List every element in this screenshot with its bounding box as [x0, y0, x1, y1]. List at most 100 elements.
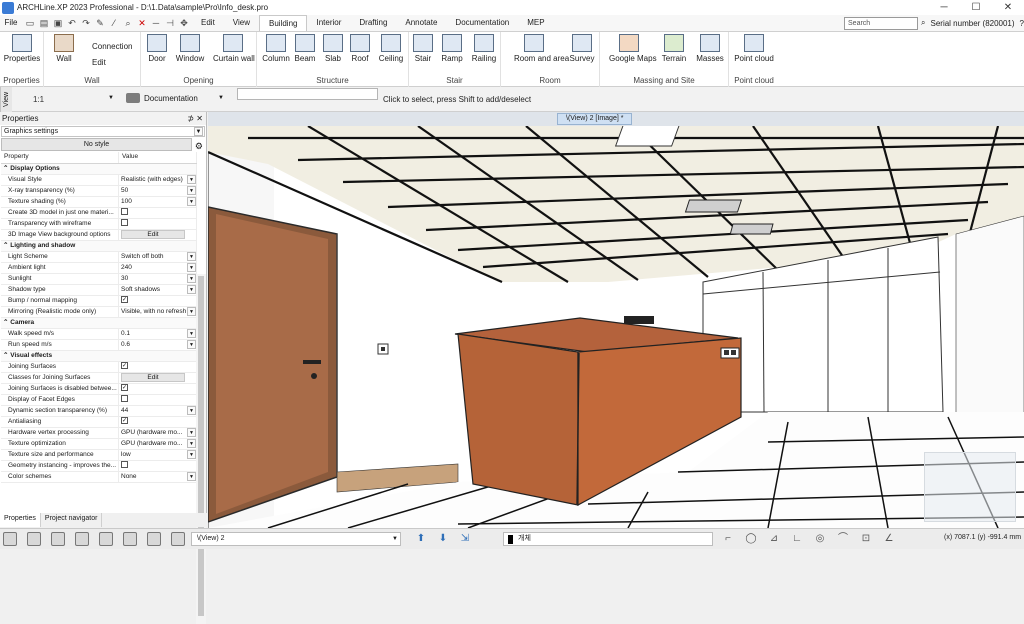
open-icon[interactable]: ▤: [39, 18, 49, 28]
tab-documentation[interactable]: Documentation: [446, 15, 518, 31]
tab-annotate[interactable]: Annotate: [396, 15, 446, 31]
point-cloud-button[interactable]: Point cloud: [734, 34, 774, 66]
property-checkbox[interactable]: ✓: [121, 362, 128, 370]
tab-building[interactable]: Building: [259, 15, 308, 31]
arrow-down-icon[interactable]: ⬇: [435, 532, 451, 546]
dimension-icon[interactable]: ⊣: [165, 18, 175, 28]
scale-select[interactable]: 1:1: [33, 95, 44, 104]
color-icon[interactable]: [171, 532, 185, 546]
wall-edit-button[interactable]: Edit: [92, 58, 106, 67]
tool-4-icon[interactable]: ∟: [789, 532, 805, 546]
chevron-down-icon[interactable]: ▼: [187, 196, 196, 206]
property-section-header[interactable]: ⌃ Camera: [1, 317, 197, 329]
search-icon[interactable]: ⌕: [921, 18, 925, 28]
railing-button[interactable]: Railing: [464, 34, 504, 66]
layer-icon[interactable]: [123, 532, 137, 546]
zoom-icon[interactable]: ⌕: [123, 18, 133, 28]
cross-red-icon[interactable]: ✕: [137, 18, 147, 28]
settings-icon[interactable]: [3, 532, 17, 546]
property-checkbox[interactable]: [121, 219, 128, 227]
minimize-button[interactable]: ─: [928, 0, 960, 15]
pipette-icon[interactable]: ⁄: [109, 18, 119, 28]
walk-icon[interactable]: ⇲: [457, 532, 473, 546]
tool-5-icon[interactable]: ◎: [812, 532, 828, 546]
property-section-header[interactable]: ⌃ Display Options: [1, 163, 197, 175]
close-button[interactable]: ✕: [992, 0, 1024, 15]
property-value[interactable]: GPU (hardware mo...: [121, 429, 182, 436]
tab-interior[interactable]: Interior: [307, 15, 350, 31]
properties-button[interactable]: Properties: [2, 34, 42, 66]
new-icon[interactable]: ▭: [25, 18, 35, 28]
tab-edit[interactable]: Edit: [192, 15, 224, 31]
masses-button[interactable]: Masses: [690, 34, 730, 66]
doc-dropdown-icon[interactable]: ▼: [218, 95, 224, 101]
property-value[interactable]: 30: [121, 275, 128, 282]
tab-view-image[interactable]: \(View) 2 [Image] *: [557, 113, 633, 125]
chevron-down-icon[interactable]: ▼: [187, 471, 196, 481]
chevron-down-icon[interactable]: ▼: [187, 449, 196, 459]
pin-icon[interactable]: ⊅ ✕: [187, 112, 203, 125]
line-icon[interactable]: ─: [151, 18, 161, 28]
view-select[interactable]: \(View) 2 ▼: [191, 532, 401, 546]
property-edit-button[interactable]: Edit: [121, 373, 185, 382]
tool-1-icon[interactable]: ⌐: [720, 532, 736, 546]
properties-selector[interactable]: Graphics settings ▼: [1, 126, 205, 137]
tool-2-icon[interactable]: ◯: [743, 532, 759, 546]
chevron-down-icon[interactable]: ▼: [187, 262, 196, 272]
paint-icon[interactable]: ✎: [95, 18, 105, 28]
curtain-wall-button[interactable]: Curtain wall: [213, 34, 255, 66]
tab-drafting[interactable]: Drafting: [350, 15, 396, 31]
select-icon[interactable]: [51, 532, 65, 546]
layer-filter-combo[interactable]: [237, 88, 378, 100]
chevron-down-icon[interactable]: ▼: [187, 284, 196, 294]
property-value[interactable]: 100: [121, 198, 132, 205]
help-icon[interactable]: ?: [1020, 19, 1024, 28]
property-value[interactable]: None: [121, 473, 137, 480]
property-value[interactable]: GPU (hardware mo...: [121, 440, 182, 447]
room-and-area-button[interactable]: Room and area: [514, 34, 569, 66]
tool-6-icon[interactable]: ⌒: [835, 532, 851, 546]
chevron-down-icon[interactable]: ▼: [187, 251, 196, 261]
property-value[interactable]: 0.1: [121, 330, 130, 337]
tab-view[interactable]: View: [224, 15, 259, 31]
window-button[interactable]: Window: [170, 34, 210, 66]
property-value[interactable]: Switch off both: [121, 253, 164, 260]
tool-8-icon[interactable]: ∠: [881, 532, 897, 546]
tab-mep[interactable]: MEP: [518, 15, 553, 31]
chevron-down-icon[interactable]: ▼: [187, 427, 196, 437]
tool-3-icon[interactable]: ⊿: [766, 532, 782, 546]
property-value[interactable]: low: [121, 451, 131, 458]
property-value[interactable]: 240: [121, 264, 132, 271]
chevron-down-icon[interactable]: ▼: [187, 306, 196, 316]
property-section-header[interactable]: ⌃ Lighting and shadow: [1, 240, 197, 252]
wall-button[interactable]: Wall: [44, 34, 84, 66]
move-icon[interactable]: ✥: [179, 18, 189, 28]
property-section-header[interactable]: ⌃ Visual effects: [1, 350, 197, 362]
gear-icon[interactable]: ⚙: [195, 141, 203, 152]
property-checkbox[interactable]: [121, 208, 128, 216]
chevron-down-icon[interactable]: ▼: [187, 438, 196, 448]
property-checkbox[interactable]: [121, 395, 128, 403]
redo-icon[interactable]: ↷: [81, 18, 91, 28]
tool-7-icon[interactable]: ⊡: [858, 532, 874, 546]
view-side-tab[interactable]: View: [0, 87, 12, 112]
3d-viewport[interactable]: \(View) 2 [Image] *: [208, 112, 1024, 528]
maximize-button[interactable]: ☐: [960, 0, 992, 15]
property-value[interactable]: Visible, with no refresh: [121, 308, 186, 315]
arrow-up-icon[interactable]: ⬆: [413, 532, 429, 546]
style-button[interactable]: No style: [1, 138, 192, 151]
property-value[interactable]: 0.6: [121, 341, 130, 348]
tab-file[interactable]: File: [0, 15, 22, 31]
property-value[interactable]: 50: [121, 187, 128, 194]
property-checkbox[interactable]: ✓: [121, 417, 128, 425]
search-input[interactable]: Search: [844, 16, 919, 30]
chevron-down-icon[interactable]: ▼: [187, 339, 196, 349]
layer-select[interactable]: 개체: [503, 532, 713, 546]
connection-button[interactable]: Connection: [92, 42, 132, 51]
chevron-down-icon[interactable]: ▼: [187, 328, 196, 338]
snap-icon[interactable]: [99, 532, 113, 546]
property-value[interactable]: Soft shadows: [121, 286, 160, 293]
grid-icon[interactable]: [27, 532, 41, 546]
google-maps-button[interactable]: Google Maps: [609, 34, 657, 66]
properties-scrollbar[interactable]: [196, 274, 206, 624]
